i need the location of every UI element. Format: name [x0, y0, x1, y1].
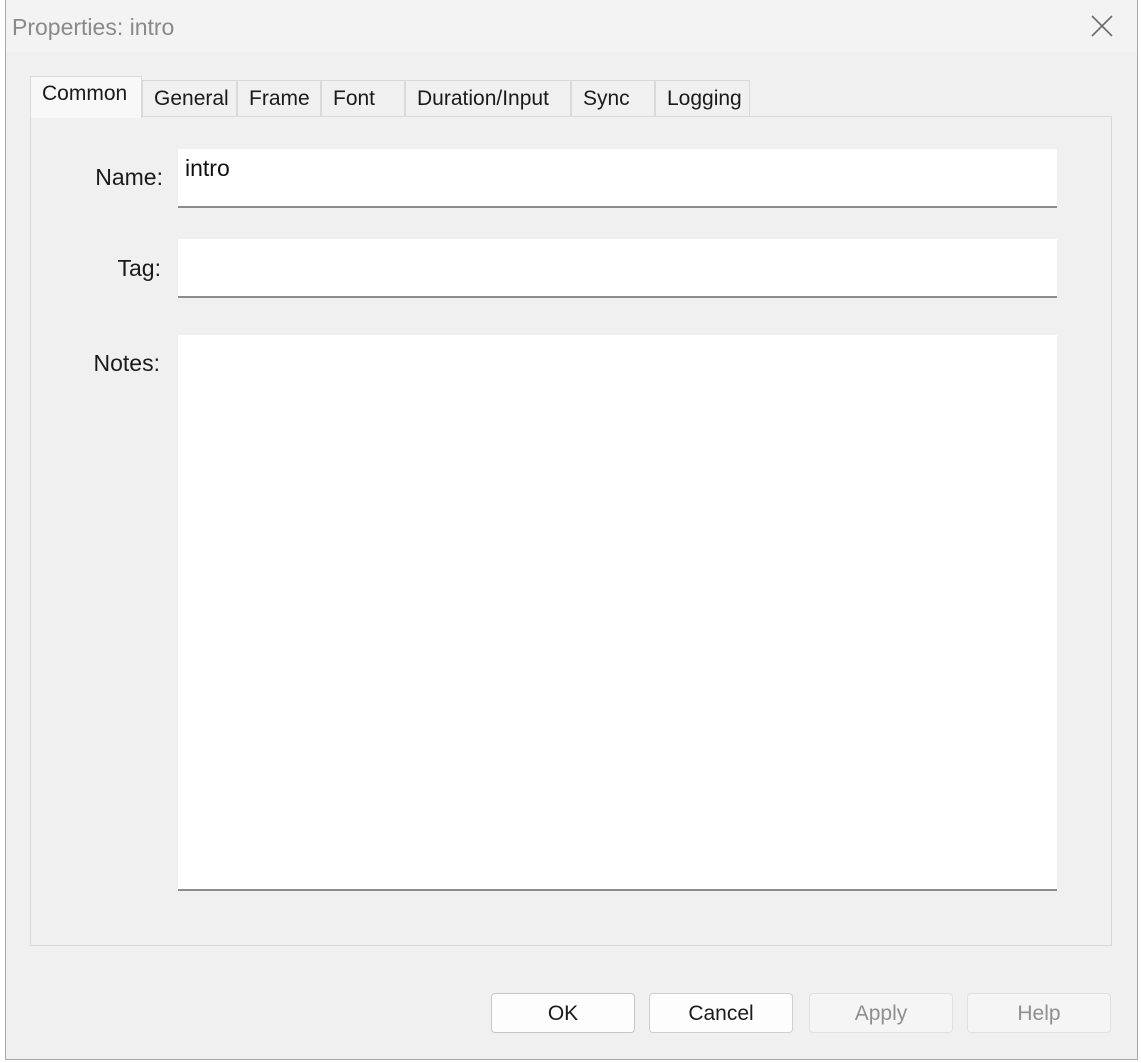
tab-frame[interactable]: Frame [237, 80, 321, 116]
window-title: Properties: intro [12, 14, 175, 40]
tab-font[interactable]: Font [321, 80, 405, 116]
notes-label: Notes: [93, 350, 160, 376]
notes-textarea[interactable] [178, 335, 1057, 891]
help-button[interactable]: Help [967, 993, 1111, 1033]
tab-duration-input[interactable]: Duration/Input [405, 80, 571, 116]
ok-button[interactable]: OK [491, 993, 635, 1033]
close-button[interactable] [1085, 10, 1119, 42]
apply-button[interactable]: Apply [809, 993, 953, 1033]
cancel-button[interactable]: Cancel [649, 993, 793, 1033]
name-field[interactable] [178, 149, 1057, 208]
close-icon [1091, 15, 1113, 37]
title-bar[interactable]: Properties: intro [6, 0, 1137, 52]
name-label: Name: [95, 164, 163, 190]
tab-general[interactable]: General [142, 80, 237, 116]
tag-field[interactable] [178, 239, 1057, 298]
properties-dialog: Properties: intro Common General Frame F… [5, 0, 1138, 1060]
tab-common[interactable]: Common [30, 76, 142, 118]
tab-sync[interactable]: Sync [571, 80, 655, 116]
tab-logging[interactable]: Logging [655, 80, 750, 116]
tag-label: Tag: [117, 255, 161, 281]
